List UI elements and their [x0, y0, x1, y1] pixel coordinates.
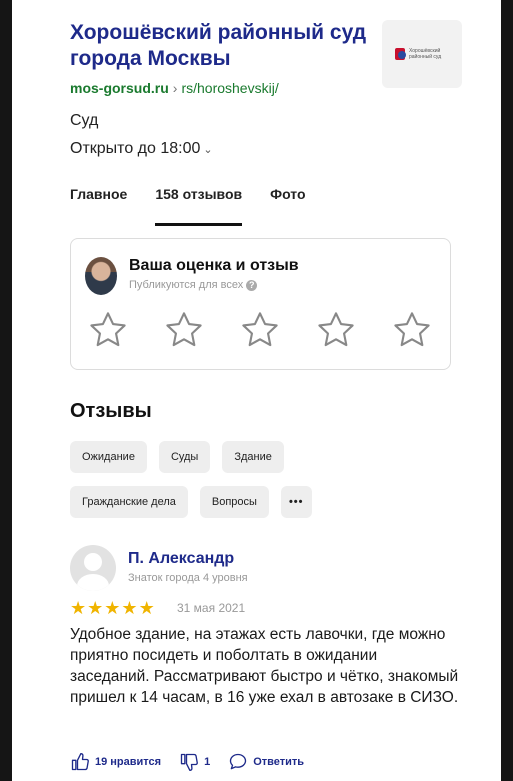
logo-caption: Хорошёвский районный суд: [409, 48, 442, 60]
user-avatar: [85, 257, 117, 295]
opening-hours-text: Открыто до 18:00: [70, 140, 201, 157]
star-2-button[interactable]: [163, 309, 205, 351]
more-chips-button[interactable]: •••: [280, 486, 312, 518]
opening-hours[interactable]: Открыто до 18:00 ⌄: [70, 140, 213, 158]
question-icon[interactable]: ?: [246, 280, 258, 291]
chip-courts[interactable]: Суды: [158, 441, 211, 473]
url-separator-icon: ›: [172, 80, 178, 96]
star-filled-icon: ★: [70, 598, 87, 618]
star-filled-icon: ★: [87, 598, 104, 618]
chip-civil-cases[interactable]: Гражданские дела: [70, 486, 188, 518]
chip-waiting[interactable]: Ожидание: [70, 441, 147, 473]
like-button[interactable]: 19 нравится: [70, 752, 161, 772]
org-logo[interactable]: Хорошёвский районный суд: [382, 20, 462, 88]
star-filled-icon: ★: [104, 598, 121, 618]
court-emblem-icon: [395, 48, 406, 60]
star-3-button[interactable]: [239, 309, 281, 351]
review-rating: ★ ★ ★ ★ ★: [70, 599, 155, 617]
org-tabs: Главное 158 отзывов Фото: [70, 186, 334, 226]
org-page: Хорошёвский районный суд города Москвы Х…: [12, 0, 501, 781]
review-filter-chips-row-2: Гражданские дела Вопросы •••: [70, 486, 470, 518]
review-text: Удобное здание, на этажах есть лавочки, …: [70, 626, 459, 706]
review-date: 31 мая 2021: [177, 601, 246, 615]
dislike-button[interactable]: 1: [179, 752, 210, 772]
thumbs-up-icon: [71, 753, 89, 771]
chevron-down-icon: ⌄: [203, 144, 213, 156]
star-5-button[interactable]: [391, 309, 433, 351]
comment-icon: [230, 753, 247, 770]
chip-building[interactable]: Здание: [222, 441, 284, 473]
url-path: rs/horoshevskij/: [181, 80, 279, 96]
review-actions: 19 нравится 1 Ответить: [70, 752, 322, 772]
left-screen-edge: [0, 0, 12, 781]
tab-photos[interactable]: Фото: [270, 186, 305, 226]
org-title[interactable]: Хорошёвский районный суд города Москвы: [70, 20, 370, 72]
star-4-button[interactable]: [315, 309, 357, 351]
rate-card-subtitle: Публикуются для всех?: [129, 279, 258, 291]
reply-label: Ответить: [253, 756, 305, 768]
star-filled-icon: ★: [121, 598, 138, 618]
org-website-link[interactable]: mos-gorsud.ru › rs/horoshevskij/: [70, 80, 279, 96]
like-count: 19 нравится: [95, 756, 162, 768]
rate-card-title: Ваша оценка и отзыв: [129, 257, 299, 274]
reviews-section-title: Отзывы: [70, 400, 152, 422]
rate-card: Ваша оценка и отзыв Публикуются для всех…: [70, 238, 451, 370]
tab-reviews[interactable]: 158 отзывов: [155, 186, 242, 226]
org-category: Суд: [70, 112, 99, 129]
right-screen-edge: [501, 0, 513, 781]
chip-questions[interactable]: Вопросы: [199, 486, 269, 518]
reviewer-name[interactable]: П. Александр: [128, 550, 234, 568]
reply-button[interactable]: Ответить: [228, 752, 304, 772]
reviewer-avatar[interactable]: [70, 545, 116, 591]
review-filter-chips-row-1: Ожидание Суды Здание: [70, 441, 470, 473]
dislike-count: 1: [204, 756, 211, 768]
rate-card-subtitle-text: Публикуются для всех: [129, 279, 244, 291]
thumbs-down-icon: [180, 753, 198, 771]
star-1-button[interactable]: [87, 309, 129, 351]
rating-stars-input: [87, 309, 433, 351]
reviewer-level: Знаток города 4 уровня: [128, 572, 248, 584]
tab-main[interactable]: Главное: [70, 186, 127, 226]
star-filled-icon: ★: [138, 598, 155, 618]
url-domain: mos-gorsud.ru: [70, 80, 169, 96]
